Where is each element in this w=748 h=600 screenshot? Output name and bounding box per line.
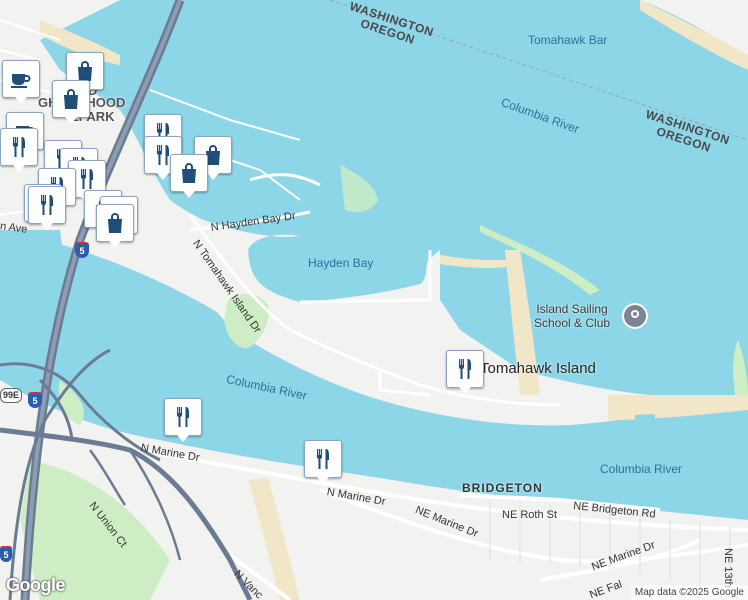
tomahawk-bar-label: Tomahawk Bar — [528, 33, 608, 47]
restaurant-pin-icon[interactable] — [446, 350, 484, 394]
shopping-pin-icon[interactable] — [96, 204, 134, 248]
cafe-pin-icon[interactable] — [2, 60, 40, 104]
i5-shield-icon: 5 — [28, 392, 42, 408]
map-view[interactable]: Tomahawk Bar Columbia River Hayden Bay C… — [0, 0, 748, 600]
restaurant-pin-icon[interactable] — [164, 398, 202, 442]
hayden-bay-label: Hayden Bay — [308, 256, 374, 270]
location-pin-icon[interactable] — [624, 305, 646, 327]
route-99e-shield-icon: 99E — [0, 388, 22, 403]
tomahawk-island-label: Tomahawk Island — [480, 360, 596, 377]
i5-shield-icon: 5 — [75, 242, 89, 258]
columbia-river-label-se: Columbia River — [600, 462, 683, 476]
ne-13th-label: NE 13th — [722, 548, 734, 588]
ne-roth-st-label: NE Roth St — [502, 509, 558, 521]
shopping-pin-icon[interactable] — [52, 80, 90, 124]
sailing-school-line1: Island Sailing — [536, 302, 608, 316]
island-sailing-school-label[interactable]: Island Sailing School & Club — [534, 302, 610, 330]
google-logo: Google — [6, 575, 66, 595]
shopping-pin-icon[interactable] — [170, 154, 208, 198]
restaurant-pin-icon[interactable] — [304, 440, 342, 484]
restaurant-pin-icon[interactable] — [28, 186, 66, 230]
bridgeton-label: BRIDGETON — [462, 481, 543, 495]
map-attribution[interactable]: Map data ©2025 Google — [630, 585, 748, 600]
i5-shield-icon: 5 — [0, 546, 12, 562]
sailing-school-line2: School & Club — [534, 316, 611, 330]
restaurant-pin-icon[interactable] — [0, 128, 38, 172]
